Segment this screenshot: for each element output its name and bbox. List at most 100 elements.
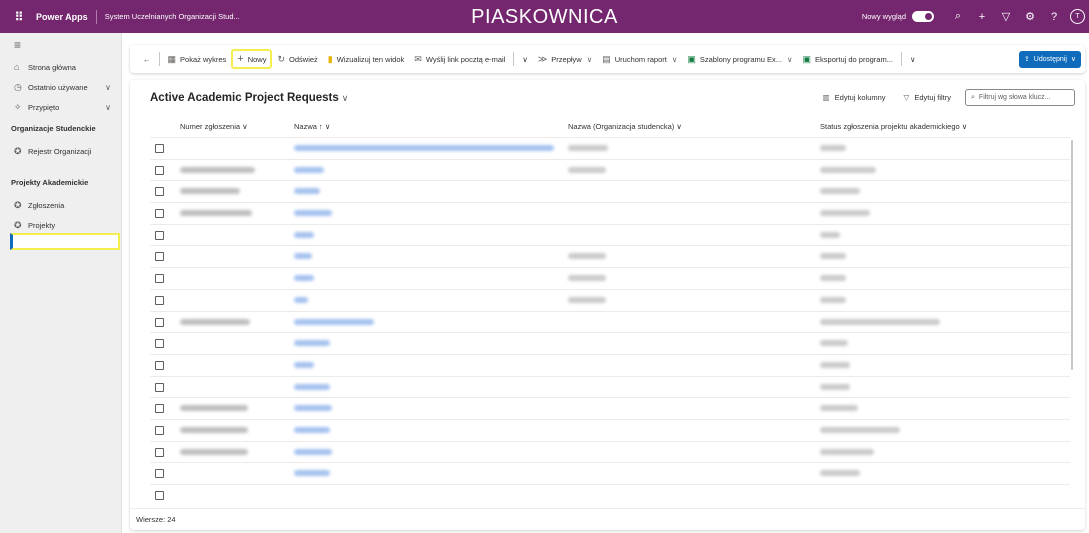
row-checkbox[interactable] — [155, 230, 164, 240]
more-dropdown[interactable]: ∨ — [517, 49, 533, 69]
cell-name-redacted[interactable] — [294, 426, 330, 433]
row-checkbox[interactable] — [155, 295, 164, 305]
row-checkbox[interactable] — [155, 187, 164, 197]
cell-name-redacted[interactable] — [294, 166, 324, 173]
cell-status-redacted — [820, 318, 940, 325]
back-button[interactable]: ← — [138, 49, 156, 69]
avatar[interactable]: T — [1070, 9, 1085, 24]
cell-name-redacted[interactable] — [294, 383, 330, 390]
email-link-button[interactable]: ✉ Wyślij link pocztą e-mail — [409, 49, 510, 69]
cell-name-redacted[interactable] — [294, 210, 332, 217]
column-header-label: Numer zgłoszenia — [180, 122, 241, 131]
cell-name-redacted[interactable] — [294, 275, 314, 282]
sidebar-item-pinned[interactable]: ✧ Przypięto ∨ — [0, 97, 121, 117]
edit-filters-button[interactable]: ▽ Edytuj filtry — [904, 93, 951, 102]
sidebar-item-projects[interactable]: ✪ Projekty — [0, 215, 121, 235]
column-header-organization[interactable]: Nazwa (Organizacja studencka) ∨ — [568, 122, 682, 131]
run-report-button[interactable]: ▤ Uruchom raport ∨ — [597, 49, 682, 69]
refresh-icon: ↻ — [277, 53, 286, 64]
table-row[interactable] — [150, 180, 1070, 202]
row-checkbox[interactable] — [155, 425, 164, 435]
column-header-name[interactable]: Nazwa ↑ ∨ — [294, 122, 330, 131]
settings-icon[interactable]: ⚙ — [1018, 10, 1042, 23]
row-checkbox[interactable] — [155, 144, 164, 153]
row-checkbox[interactable] — [155, 491, 164, 500]
entity-icon: ✪ — [14, 219, 22, 230]
sidebar-item-home[interactable]: ⌂ Strona główna — [0, 57, 121, 77]
cell-name-redacted[interactable] — [294, 188, 320, 195]
cell-status-redacted — [820, 210, 870, 217]
vertical-scrollbar[interactable] — [1071, 140, 1073, 370]
visualize-button[interactable]: ▮ Wizualizuj ten widok — [323, 49, 409, 69]
row-checkbox[interactable] — [155, 165, 164, 175]
hamburger-icon[interactable]: ≡ — [0, 33, 121, 57]
show-chart-button[interactable]: ▦ Pokaż wykres — [163, 49, 232, 69]
cell-name-redacted[interactable] — [294, 340, 330, 347]
chevron-down-icon[interactable]: ∨ — [105, 83, 111, 92]
sidebar-item-recent[interactable]: ◷ Ostatnio używane ∨ — [0, 77, 121, 97]
cell-name-redacted[interactable] — [294, 296, 308, 303]
table-row[interactable] — [150, 288, 1070, 311]
view-selector[interactable]: Active Academic Project Requests ∨ — [150, 92, 348, 104]
chevron-down-icon[interactable]: ∨ — [105, 103, 111, 112]
cell-name-redacted[interactable] — [294, 448, 332, 455]
export-button[interactable]: ▣ Eksportuj do program... — [798, 49, 898, 69]
app-launcher-icon[interactable]: ⠿ — [6, 10, 32, 24]
table-row[interactable] — [150, 137, 1070, 159]
cell-name-redacted[interactable] — [294, 405, 332, 412]
table-row[interactable] — [150, 397, 1070, 419]
table-row[interactable] — [150, 310, 1070, 333]
table-row[interactable] — [150, 353, 1070, 376]
grid-header: Numer zgłoszenia ∨ Nazwa ↑ ∨ Nazwa (Orga… — [150, 118, 1070, 136]
edit-columns-button[interactable]: ▥ Edytuj kolumny — [823, 93, 886, 102]
app-name[interactable]: Power Apps — [36, 12, 88, 22]
excel-templates-button[interactable]: ▣ Szablony programu Ex... ∨ — [682, 49, 797, 69]
row-checkbox[interactable] — [155, 360, 164, 370]
overflow-dropdown[interactable]: ∨ — [905, 49, 921, 69]
table-row[interactable] — [150, 418, 1070, 441]
row-checkbox[interactable] — [155, 469, 164, 479]
table-row[interactable] — [150, 202, 1070, 224]
row-checkbox[interactable] — [155, 252, 164, 262]
new-look-toggle[interactable] — [912, 11, 934, 22]
new-button[interactable]: + Nowy — [231, 49, 273, 69]
cell-name-redacted[interactable] — [294, 253, 312, 260]
excel-icon: ▣ — [687, 53, 696, 64]
row-checkbox[interactable] — [155, 447, 164, 457]
row-checkbox[interactable] — [155, 404, 164, 414]
sidebar-item-organization-registry[interactable]: ✪ Rejestr Organizacji — [0, 141, 121, 161]
table-row[interactable] — [150, 245, 1070, 267]
table-row[interactable] — [150, 158, 1070, 181]
filter-icon[interactable]: ▽ — [994, 10, 1018, 23]
row-checkbox[interactable] — [155, 209, 164, 219]
table-row[interactable] — [150, 375, 1070, 398]
flow-button[interactable]: ≫ Przepływ ∨ — [533, 49, 597, 69]
help-icon[interactable]: ? — [1042, 11, 1066, 23]
refresh-button[interactable]: ↻ Odśwież — [272, 49, 322, 69]
environment-name[interactable]: System Uczelnianych Organizacji Stud... — [105, 12, 240, 21]
cell-status-redacted — [820, 405, 858, 412]
cell-name-redacted[interactable] — [294, 231, 314, 238]
table-row[interactable] — [150, 462, 1070, 484]
column-header-status[interactable]: Status zgłoszenia projektu akademickiego… — [820, 122, 967, 131]
column-header-number[interactable]: Numer zgłoszenia ∨ — [180, 122, 248, 131]
table-row[interactable] — [150, 484, 1070, 506]
share-button[interactable]: ⇪ Udostępnij ∨ — [1018, 50, 1081, 68]
sidebar-item-label: Strona główna — [28, 62, 76, 72]
plus-icon[interactable]: + — [970, 11, 994, 23]
row-checkbox[interactable] — [155, 317, 164, 327]
keyword-filter-input[interactable]: ⌕ Filtruj wg słowa klucz... — [965, 89, 1075, 106]
sidebar-item-requests[interactable]: ✪ Zgłoszenia — [0, 195, 121, 215]
table-row[interactable] — [150, 267, 1070, 289]
cell-name-redacted[interactable] — [294, 318, 374, 325]
row-checkbox[interactable] — [155, 382, 164, 392]
cell-name-redacted[interactable] — [294, 361, 314, 368]
row-checkbox[interactable] — [155, 339, 164, 349]
table-row[interactable] — [150, 223, 1070, 246]
cell-name-redacted[interactable] — [294, 145, 554, 151]
cell-name-redacted[interactable] — [294, 470, 330, 477]
table-row[interactable] — [150, 332, 1070, 354]
row-checkbox[interactable] — [155, 274, 164, 284]
search-icon[interactable]: ⌕ — [946, 10, 970, 23]
table-row[interactable] — [150, 440, 1070, 463]
